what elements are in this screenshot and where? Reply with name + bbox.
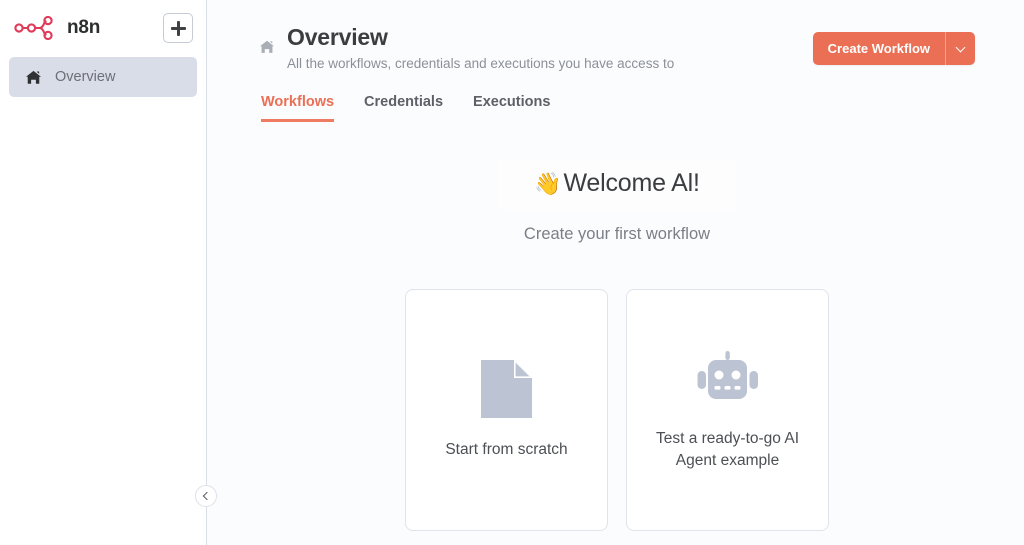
add-resource-button[interactable] <box>163 13 193 43</box>
page-subtitle: All the workflows, credentials and execu… <box>287 55 675 71</box>
brand-logo-link[interactable]: n8n <box>14 16 163 40</box>
welcome-banner: 👋Welcome Al! <box>498 159 736 211</box>
page-title-block: Overview All the workflows, credentials … <box>259 20 674 72</box>
page-header: Overview All the workflows, credentials … <box>259 20 975 72</box>
sidebar-header: n8n <box>0 0 206 56</box>
welcome-title: 👋Welcome Al! <box>534 169 700 198</box>
app-root: n8n Overview Overview All the workflows,… <box>0 0 1024 545</box>
sidebar-item-overview[interactable]: Overview <box>9 57 197 97</box>
sidebar-nav: Overview <box>0 57 206 97</box>
home-icon <box>25 69 42 86</box>
home-icon <box>259 23 275 55</box>
waving-hand-icon: 👋 <box>534 171 562 197</box>
create-workflow-dropdown-button[interactable] <box>946 32 975 65</box>
n8n-node-logo-icon <box>14 16 60 40</box>
card-label: Start from scratch <box>445 441 568 459</box>
brand-name: n8n <box>67 17 101 38</box>
document-icon <box>479 359 534 419</box>
tab-bar: Workflows Credentials Executions <box>259 94 975 123</box>
welcome-title-text: Welcome Al! <box>563 169 700 198</box>
content-wrapper: Overview All the workflows, credentials … <box>207 0 1024 532</box>
create-workflow-group: Create Workflow <box>812 32 975 65</box>
chevron-down-icon <box>955 42 966 52</box>
page-title: Overview <box>287 24 388 50</box>
welcome-area: 👋Welcome Al! Create your first workflow <box>259 159 975 244</box>
plus-icon <box>170 20 186 36</box>
tab-executions[interactable]: Executions <box>473 94 550 122</box>
robot-icon <box>697 348 759 408</box>
tab-credentials[interactable]: Credentials <box>364 94 443 122</box>
sidebar-collapse-button[interactable] <box>195 485 217 507</box>
welcome-subtitle: Create your first workflow <box>523 225 711 244</box>
main-content: Overview All the workflows, credentials … <box>207 0 1024 545</box>
starter-card-row: Start from scratch Test a ready-to-go AI… <box>259 289 975 532</box>
tab-workflows[interactable]: Workflows <box>261 94 335 123</box>
chevron-left-icon <box>202 491 212 501</box>
card-start-from-scratch[interactable]: Start from scratch <box>405 289 608 532</box>
create-workflow-button[interactable]: Create Workflow <box>812 32 945 65</box>
sidebar: n8n Overview <box>0 0 217 545</box>
sidebar-item-label: Overview <box>55 69 116 85</box>
card-ai-agent-example[interactable]: Test a ready-to-go AI Agent example <box>626 289 829 532</box>
card-label: Test a ready-to-go AI Agent example <box>655 429 800 470</box>
